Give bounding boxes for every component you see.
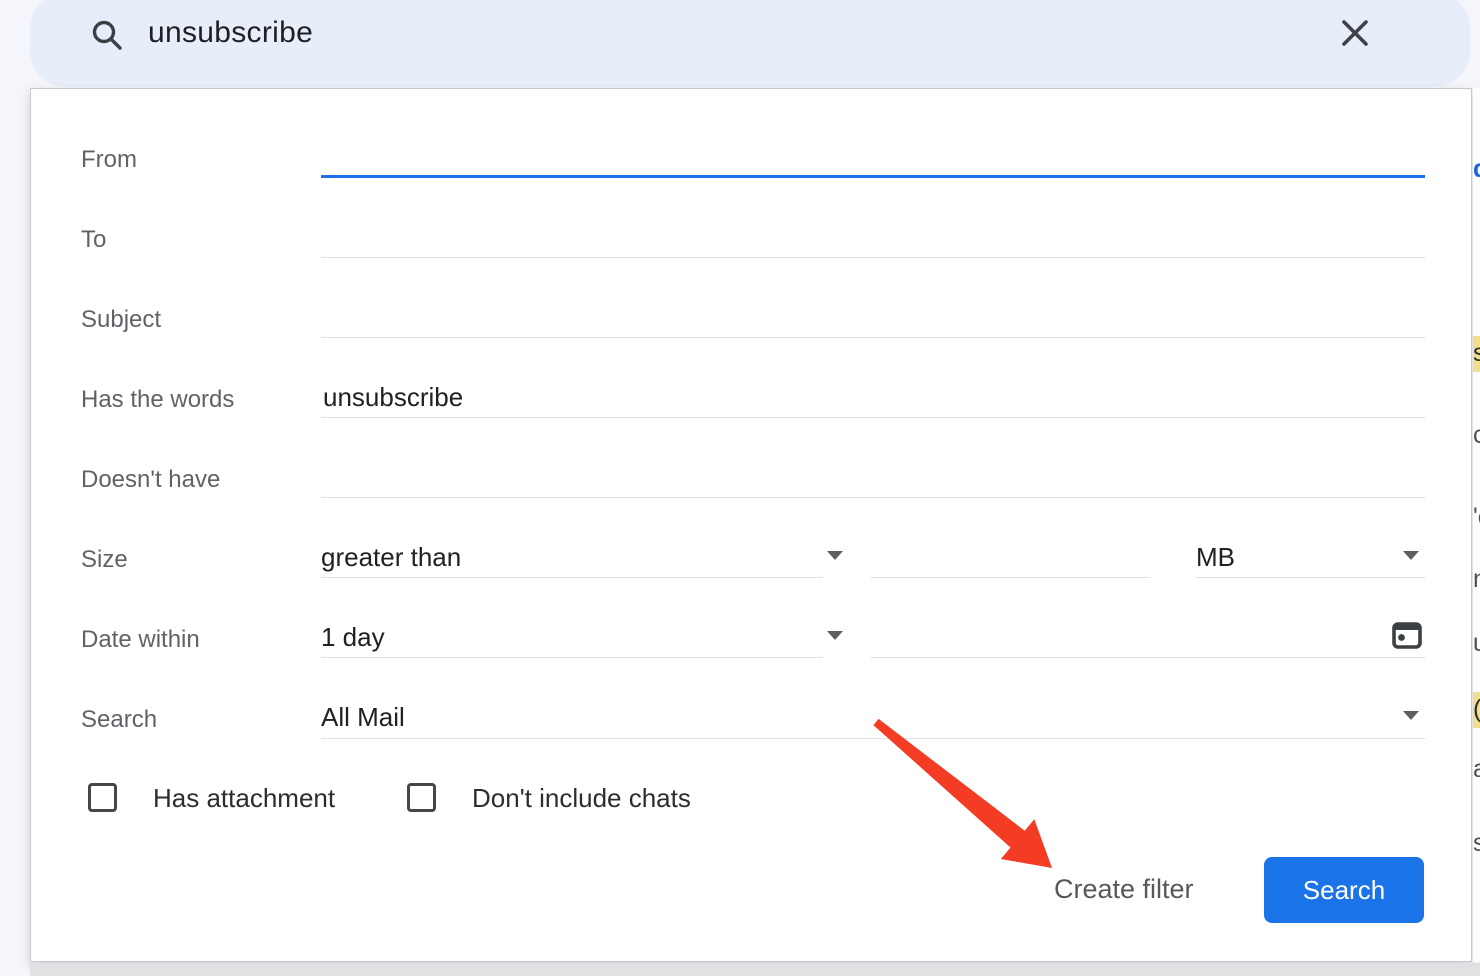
background-text-fragment: d bbox=[1473, 154, 1480, 184]
dont-include-chats-label: Don't include chats bbox=[472, 783, 691, 813]
has-words-label: Has the words bbox=[81, 385, 234, 415]
search-filter-dialog: From To Subject Has the words unsubscrib… bbox=[30, 88, 1472, 962]
size-label: Size bbox=[81, 545, 128, 575]
has-words-input-underline[interactable] bbox=[321, 417, 1425, 418]
to-label: To bbox=[81, 225, 106, 255]
doesnt-have-label: Doesn't have bbox=[81, 465, 220, 495]
search-input[interactable]: unsubscribe bbox=[148, 16, 313, 50]
to-input-underline[interactable] bbox=[321, 257, 1425, 258]
dont-include-chats-checkbox[interactable] bbox=[407, 783, 436, 812]
background-content-strip: d s c 'e n u () a s bbox=[1473, 88, 1480, 962]
search-scope-select[interactable]: All Mail bbox=[321, 701, 405, 733]
subject-label: Subject bbox=[81, 305, 161, 335]
doesnt-have-input-underline[interactable] bbox=[321, 497, 1425, 498]
background-text-fragment: 'e bbox=[1473, 502, 1480, 532]
background-text-fragment: n bbox=[1473, 564, 1480, 594]
background-text-fragment: c bbox=[1473, 420, 1480, 450]
size-unit-select[interactable]: MB bbox=[1196, 541, 1235, 573]
calendar-icon[interactable] bbox=[1391, 619, 1423, 651]
search-scope-dropdown-icon[interactable] bbox=[1403, 711, 1419, 720]
background-highlighted-fragment: () bbox=[1473, 692, 1480, 728]
size-unit-underline bbox=[1196, 577, 1425, 578]
search-bar[interactable]: unsubscribe bbox=[30, 0, 1470, 87]
search-button[interactable]: Search bbox=[1264, 857, 1424, 923]
size-operator-underline bbox=[321, 577, 823, 578]
date-within-label: Date within bbox=[81, 625, 200, 655]
size-amount-underline[interactable] bbox=[871, 577, 1149, 578]
date-range-select[interactable]: 1 day bbox=[321, 621, 385, 653]
search-scope-underline bbox=[321, 738, 1425, 739]
has-attachment-checkbox[interactable] bbox=[88, 783, 117, 812]
size-operator-select[interactable]: greater than bbox=[321, 541, 461, 573]
has-attachment-label: Has attachment bbox=[153, 783, 335, 813]
background-highlighted-fragment: s bbox=[1473, 336, 1480, 372]
background-text-fragment: s bbox=[1473, 828, 1480, 858]
search-icon bbox=[90, 18, 124, 52]
close-icon[interactable] bbox=[1336, 14, 1374, 52]
date-range-underline bbox=[321, 657, 823, 658]
date-range-dropdown-icon[interactable] bbox=[827, 631, 843, 640]
subject-input-underline[interactable] bbox=[321, 337, 1425, 338]
from-label: From bbox=[81, 145, 137, 175]
search-scope-label: Search bbox=[81, 705, 157, 735]
page-background-band bbox=[30, 963, 1480, 976]
size-unit-dropdown-icon[interactable] bbox=[1403, 551, 1419, 560]
create-filter-button[interactable]: Create filter bbox=[1054, 874, 1194, 905]
from-input-underline-focused[interactable] bbox=[321, 175, 1425, 178]
has-words-input[interactable]: unsubscribe bbox=[323, 381, 463, 413]
size-operator-dropdown-icon[interactable] bbox=[827, 551, 843, 560]
background-text-fragment: u bbox=[1473, 628, 1480, 658]
gmail-advanced-search: unsubscribe From To Subject Has the word… bbox=[0, 0, 1480, 976]
date-value-underline[interactable] bbox=[871, 657, 1425, 658]
background-text-fragment: a bbox=[1473, 754, 1480, 784]
